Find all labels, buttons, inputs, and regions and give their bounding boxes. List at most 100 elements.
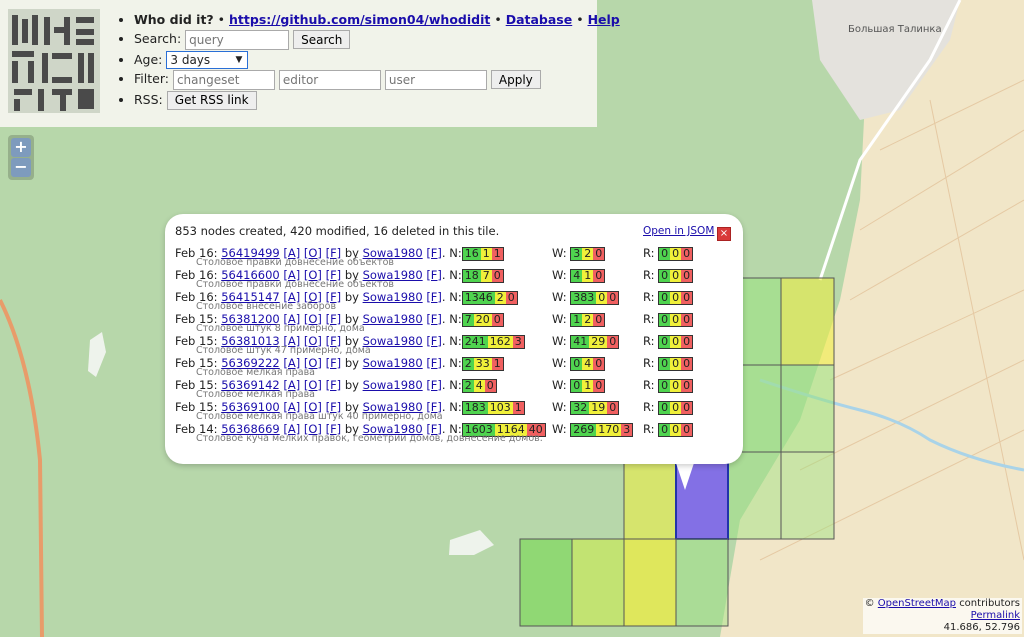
by-text: by — [344, 378, 359, 392]
relations-created-count: 0 — [659, 378, 671, 392]
relations-created-count: 0 — [659, 400, 671, 414]
user-link[interactable]: Sowa1980 — [363, 356, 423, 370]
ways-label: W: — [552, 268, 567, 282]
nodes-modified-count: 2 — [494, 290, 506, 304]
database-link[interactable]: Database — [506, 12, 573, 27]
ways-group: W: 010 — [552, 378, 606, 393]
nodes-created-count: 241 — [462, 334, 488, 348]
nodes-deleted-count: 1 — [512, 400, 524, 414]
separator: • — [494, 12, 502, 27]
changeset-row: Feb 14: 56368669 [A] [O] [F] by Sowa1980… — [175, 420, 735, 444]
relations-label: R: — [643, 334, 655, 348]
nodes-bar: 183 103 1 — [461, 400, 525, 415]
filter-user-link[interactable]: [F] — [426, 334, 442, 348]
user-link[interactable]: Sowa1980 — [363, 378, 423, 392]
ways-bar: 010 — [570, 378, 606, 393]
ways-group: W: 41 29 0 — [552, 334, 620, 349]
filter-user-link[interactable]: [F] — [426, 246, 442, 260]
nodes-created-count: 1346 — [462, 290, 495, 304]
open-josm-link[interactable]: Open in JSOM — [643, 225, 714, 237]
relations-label: R: — [643, 290, 655, 304]
search-button[interactable]: Search — [293, 30, 351, 49]
zoom-out-button[interactable]: − — [11, 158, 31, 177]
ways-modified-count: 2 — [582, 246, 594, 260]
nodes-created-count: 2 — [462, 378, 474, 392]
nodes-deleted-count: 1 — [491, 356, 503, 370]
relations-modified-count: 0 — [670, 334, 682, 348]
user-link[interactable]: Sowa1980 — [363, 312, 423, 326]
chevron-down-icon: ▼ — [235, 55, 243, 65]
user-link[interactable]: Sowa1980 — [363, 290, 423, 304]
search-label: Search: — [134, 31, 182, 46]
ways-created-count: 4 — [571, 268, 583, 282]
osm-link[interactable]: OpenStreetMap — [878, 598, 956, 609]
filter-user-input[interactable] — [384, 69, 487, 90]
ways-modified-count: 0 — [596, 290, 608, 304]
relations-deleted-count: 0 — [681, 400, 693, 414]
github-link[interactable]: https://github.com/simon04/whodidit — [229, 12, 490, 27]
nodes-label: . N: — [441, 334, 462, 348]
changeset-row: Feb 15: 56381013 [A] [O] [F] by Sowa1980… — [175, 332, 735, 356]
nodes-modified-count: 7 — [480, 268, 492, 282]
nodes-label: . N: — [441, 378, 462, 392]
filter-changeset-input[interactable] — [172, 69, 275, 90]
nodes-deleted-count: 0 — [484, 378, 496, 392]
zoom-control: + − — [8, 135, 34, 180]
nodes-modified-count: 4 — [473, 378, 485, 392]
relations-label: R: — [643, 400, 655, 414]
relations-bar: 000 — [658, 378, 694, 393]
rss-line: RSS: Get RSS link — [134, 90, 620, 110]
ways-group: W: 269 170 3 — [552, 422, 634, 437]
nodes-label: . N: — [441, 290, 462, 304]
by-text: by — [344, 290, 359, 304]
ways-label: W: — [552, 356, 567, 370]
relations-deleted-count: 0 — [681, 268, 693, 282]
permalink[interactable]: Permalink — [971, 610, 1020, 621]
help-link[interactable]: Help — [588, 12, 620, 27]
relations-created-count: 0 — [659, 246, 671, 260]
rss-button[interactable]: Get RSS link — [166, 90, 257, 110]
filter-user-link[interactable]: [F] — [426, 312, 442, 326]
search-input[interactable] — [185, 29, 290, 50]
age-select[interactable]: 3 days ▼ — [166, 51, 249, 69]
close-icon[interactable]: × — [717, 227, 731, 241]
apply-button[interactable]: Apply — [490, 70, 541, 89]
osm-credit: © OpenStreetMap contributors — [865, 598, 1020, 610]
ways-label: W: — [552, 246, 567, 260]
nodes-bar: 16 1 1 — [461, 246, 504, 261]
age-value: 3 days — [170, 53, 211, 67]
ways-modified-count: 4 — [582, 356, 594, 370]
nodes-created-count: 7 — [462, 312, 474, 326]
ways-label: W: — [552, 422, 567, 436]
controls-list: Who did it? • https://github.com/simon04… — [118, 10, 620, 110]
filter-user-link[interactable]: [F] — [426, 378, 442, 392]
relations-deleted-count: 0 — [681, 422, 693, 436]
relations-group: R: 000 — [643, 356, 694, 371]
nodes-label: . N: — [441, 312, 462, 326]
filter-user-link[interactable]: [F] — [426, 356, 442, 370]
rss-label: RSS: — [134, 91, 163, 107]
filter-editor-input[interactable] — [278, 69, 381, 90]
ways-bar: 040 — [570, 356, 606, 371]
relations-modified-count: 0 — [670, 312, 682, 326]
filter-user-link[interactable]: [F] — [426, 268, 442, 282]
filter-changeset-link[interactable]: [F] — [326, 356, 342, 370]
filter-changeset-link[interactable]: [F] — [326, 378, 342, 392]
ways-label: W: — [552, 312, 567, 326]
filter-user-link[interactable]: [F] — [426, 290, 442, 304]
nodes-modified-count: 162 — [487, 334, 513, 348]
place-label: Большая Талинка — [848, 24, 942, 35]
app-title: Who did it? — [134, 12, 214, 27]
ways-created-count: 383 — [571, 290, 597, 304]
nodes-created-count: 18 — [462, 268, 481, 282]
nodes-modified-count: 1 — [480, 246, 492, 260]
ways-modified-count: 1 — [582, 268, 594, 282]
nodes-bar: 240 — [461, 378, 497, 393]
relations-bar: 000 — [658, 312, 694, 327]
user-link[interactable]: Sowa1980 — [363, 334, 423, 348]
ways-created-count: 32 — [571, 400, 590, 414]
nodes-modified-count: 33 — [473, 356, 492, 370]
relations-modified-count: 0 — [670, 268, 682, 282]
zoom-in-button[interactable]: + — [11, 138, 31, 157]
relations-group: R: 000 — [643, 290, 694, 305]
